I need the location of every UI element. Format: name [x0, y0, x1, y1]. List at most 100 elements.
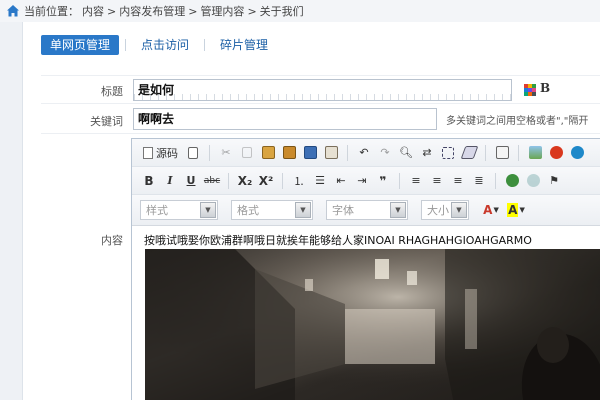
toolbar-divider: [485, 144, 486, 161]
tab-single-page[interactable]: 单网页管理: [41, 35, 120, 55]
chevron-down-icon: ▼: [390, 202, 406, 218]
find-icon[interactable]: 🔍︎: [397, 144, 415, 162]
breadcrumb: 当前位置： 内容 > 内容发布管理 > 管理内容 > 关于我们: [0, 0, 600, 22]
main-panel: 单网页管理 点击访问 碎片管理 标题 是如何 B 关键词 啊啊去 多关键词之间用…: [22, 22, 600, 400]
breadcrumb-separator: >: [188, 4, 198, 18]
source-button[interactable]: 源码: [140, 144, 181, 162]
align-right-icon[interactable]: ≡: [449, 172, 467, 190]
remove-format-icon[interactable]: [460, 144, 478, 162]
image-icon[interactable]: [526, 144, 544, 162]
rich-text-editor: 源码 ✂ ↶ ↷ 🔍︎ ⇄ B I U abc X₂ X² ⒈ ☰ ⇤ ⇥ ❞ …: [131, 138, 600, 400]
italic-glyph: I: [167, 174, 173, 187]
numbered-list-icon[interactable]: ⒈: [290, 172, 308, 190]
outdent-icon[interactable]: ⇤: [332, 172, 350, 190]
breadcrumb-separator: >: [247, 4, 257, 18]
blockquote-icon: ❞: [379, 173, 387, 188]
breadcrumb-item[interactable]: 内容: [82, 3, 104, 19]
keywords-input[interactable]: 啊啊去: [133, 108, 437, 130]
tab-divider: [204, 39, 206, 51]
paste-text-icon[interactable]: [280, 144, 298, 162]
chevron-down-icon: ▼: [451, 202, 467, 218]
indent-icon[interactable]: ⇥: [353, 172, 371, 190]
toolbar-divider: [495, 172, 496, 189]
tab-click-visit[interactable]: 点击访问: [132, 35, 198, 55]
undo-icon[interactable]: ↶: [355, 144, 373, 162]
italic-button[interactable]: I: [161, 172, 179, 190]
content-row: 内容 源码 ✂ ↶ ↷ 🔍︎ ⇄ B I U abc X₂ X² ⒈ ☰ ⇤ ⇥…: [41, 133, 600, 400]
chevron-down-icon: ▼: [295, 202, 311, 218]
format-dropdown[interactable]: 格式 ▼: [231, 200, 313, 220]
toolbar-divider: [518, 144, 519, 161]
breadcrumb-separator: >: [107, 4, 117, 18]
toolbar-divider: [399, 172, 400, 189]
align-left-icon[interactable]: ≡: [407, 172, 425, 190]
breadcrumb-item[interactable]: 内容发布管理: [119, 3, 185, 19]
toolbar-divider: [228, 172, 229, 189]
chevron-down-icon: ▼: [493, 206, 499, 214]
strikethrough-button[interactable]: abc: [203, 172, 221, 190]
style-dropdown[interactable]: 样式 ▼: [140, 200, 218, 220]
content-label: 内容: [101, 234, 123, 247]
breadcrumb-prefix: 当前位置：: [24, 5, 79, 18]
align-justify-icon[interactable]: ≣: [470, 172, 488, 190]
font-dropdown-label: 字体: [332, 204, 354, 217]
underline-button[interactable]: U: [182, 172, 200, 190]
tab-bar: 单网页管理 点击访问 碎片管理: [41, 35, 277, 55]
copy-icon[interactable]: [238, 144, 256, 162]
toolbar-divider: [347, 144, 348, 161]
redo-icon[interactable]: ↷: [376, 144, 394, 162]
paste-icon[interactable]: [259, 144, 277, 162]
photo-drawing: [145, 249, 600, 400]
subscript-button[interactable]: X₂: [236, 172, 254, 190]
bold-toggle-icon[interactable]: B: [540, 81, 550, 95]
bold-glyph: B: [144, 173, 154, 188]
subscript-glyph: X₂: [237, 173, 253, 188]
superscript-button[interactable]: X²: [257, 172, 275, 190]
source-button-label: 源码: [156, 146, 178, 160]
superscript-glyph: X²: [258, 173, 274, 188]
keywords-hint: 多关键词之间用空格或者","隔开: [446, 116, 589, 127]
chevron-down-icon: ▼: [200, 202, 216, 218]
replace-icon[interactable]: ⇄: [418, 144, 436, 162]
media-icon[interactable]: [568, 144, 586, 162]
font-color-icon: A: [483, 203, 493, 217]
preview-icon[interactable]: [493, 144, 511, 162]
strikethrough-glyph: abc: [203, 175, 221, 186]
breadcrumb-item[interactable]: 管理内容: [200, 3, 244, 19]
align-center-icon[interactable]: ≡: [428, 172, 446, 190]
bold-button[interactable]: B: [140, 172, 158, 190]
anchor-flag-icon[interactable]: ⚑: [545, 172, 563, 190]
title-row: 标题 是如何 B: [41, 75, 600, 103]
bulleted-list-icon[interactable]: ☰: [311, 172, 329, 190]
flash-icon[interactable]: [547, 144, 565, 162]
editor-toolbar-row-1: 源码 ✂ ↶ ↷ 🔍︎ ⇄: [132, 139, 600, 167]
paste-word-icon[interactable]: [301, 144, 319, 162]
format-dropdown-label: 格式: [237, 204, 259, 217]
home-icon: [7, 5, 19, 17]
content-photo: [145, 249, 600, 400]
blockquote-button[interactable]: ❞: [374, 172, 392, 190]
print-icon[interactable]: [322, 144, 340, 162]
toolbar-divider: [209, 144, 210, 161]
color-palette-icon[interactable]: [524, 84, 536, 96]
unlink-icon[interactable]: [524, 172, 542, 190]
breadcrumb-current: 关于我们: [259, 5, 304, 18]
source-icon: [143, 146, 153, 159]
tab-divider: [125, 39, 127, 51]
select-all-icon[interactable]: [439, 144, 457, 162]
template-icon[interactable]: [184, 144, 202, 162]
font-dropdown[interactable]: 字体 ▼: [326, 200, 408, 220]
title-input[interactable]: 是如何: [133, 79, 512, 101]
background-color-icon: A: [507, 203, 519, 217]
cut-icon[interactable]: ✂: [217, 144, 235, 162]
chevron-down-icon: ▼: [519, 206, 525, 214]
editor-toolbar-row-3: 样式 ▼ 格式 ▼ 字体 ▼ 大小 ▼ A ▼ A ▼: [132, 195, 600, 226]
editor-content-area[interactable]: 按哦试哦娶你欧浦群啊哦日就挨年能够给人家INOAI RHAGHAHGIOAHGA…: [132, 226, 600, 400]
link-icon[interactable]: [503, 172, 521, 190]
underline-glyph: U: [186, 174, 196, 187]
font-color-button[interactable]: A ▼: [482, 201, 500, 219]
background-color-button[interactable]: A ▼: [507, 201, 525, 219]
keywords-row: 关键词 啊啊去 多关键词之间用空格或者","隔开: [41, 103, 600, 133]
tab-fragments[interactable]: 碎片管理: [211, 35, 277, 55]
size-dropdown[interactable]: 大小 ▼: [421, 200, 469, 220]
